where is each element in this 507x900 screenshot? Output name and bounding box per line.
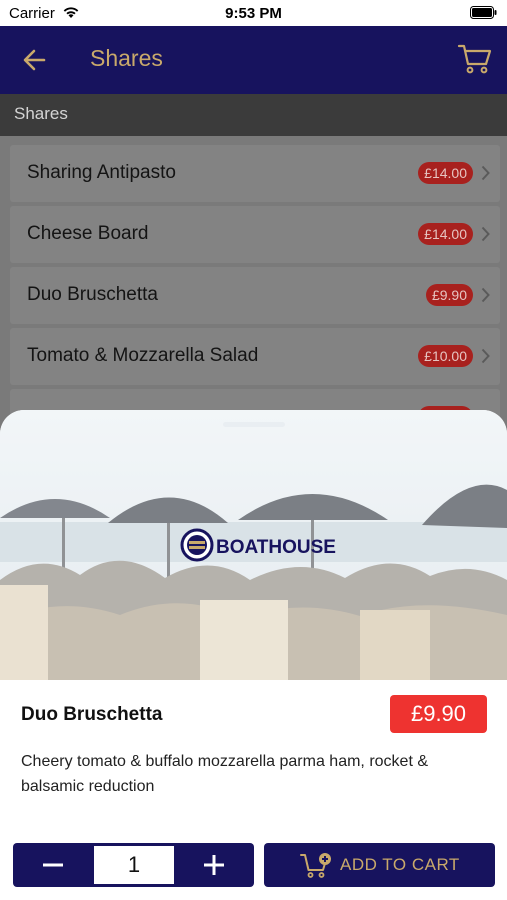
quantity-value[interactable]: 1 [94, 846, 174, 884]
add-to-cart-icon [300, 853, 331, 878]
menu-list: Sharing Antipasto £14.00 Cheese Board £1… [0, 136, 507, 446]
minus-icon[interactable] [13, 843, 93, 887]
item-description: Cheery tomato & buffalo mozzarella parma… [21, 753, 428, 795]
price-badge: £14.00 [418, 162, 473, 184]
page-title: Shares [90, 45, 163, 71]
menu-item-name: Cheese Board [27, 223, 149, 244]
price-badge: £14.00 [418, 223, 473, 245]
app-header: Shares [0, 26, 507, 94]
quantity-stepper: 1 [13, 843, 254, 887]
item-title: Duo Bruschetta [21, 704, 163, 725]
chevron-right-icon [481, 287, 490, 303]
menu-item[interactable]: Sharing Antipasto £14.00 [10, 145, 500, 202]
battery-icon [470, 6, 497, 19]
restaurant-photo: BOATHOUSE [0, 410, 507, 680]
item-price-badge: £9.90 [390, 695, 487, 733]
menu-item[interactable]: Cheese Board £14.00 [10, 206, 500, 263]
section-header: Shares [0, 94, 507, 136]
back-arrow-icon[interactable] [20, 46, 50, 74]
section-title: Shares [14, 104, 68, 123]
chevron-right-icon [481, 348, 490, 364]
plus-icon[interactable] [174, 843, 254, 887]
status-bar: Carrier 9:53 PM [0, 0, 507, 26]
menu-item-name: Duo Bruschetta [27, 284, 158, 305]
status-time: 9:53 PM [225, 5, 282, 22]
add-to-cart-button[interactable]: ADD TO CART [264, 843, 495, 887]
menu-item-name: Sharing Antipasto [27, 162, 176, 183]
chevron-right-icon [481, 165, 490, 181]
item-detail-sheet: BOATHOUSE Duo Bruschetta £9.90 Cheery to… [0, 410, 507, 900]
menu-item[interactable]: Duo Bruschetta £9.90 [10, 267, 500, 324]
chevron-right-icon [481, 226, 490, 242]
drag-handle[interactable] [223, 422, 285, 427]
cart-icon[interactable] [457, 43, 493, 75]
logo-text: BOATHOUSE [216, 537, 336, 558]
add-to-cart-label: ADD TO CART [340, 855, 460, 874]
menu-item-name: Tomato & Mozzarella Salad [27, 345, 259, 366]
price-badge: £9.90 [425, 284, 473, 306]
price-badge: £10.00 [418, 345, 473, 367]
menu-item[interactable]: Tomato & Mozzarella Salad £10.00 [10, 328, 500, 385]
